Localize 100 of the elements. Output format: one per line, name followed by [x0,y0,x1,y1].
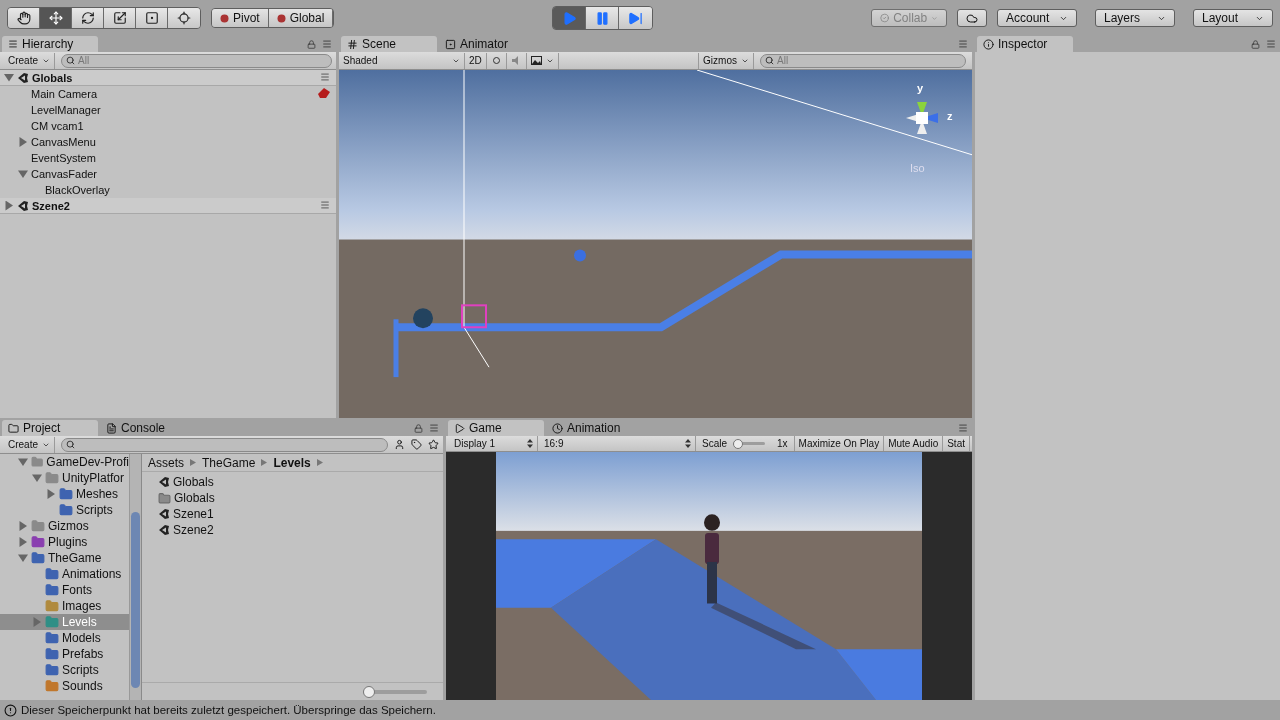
panel-tab[interactable]: Game [448,420,544,436]
folder-name[interactable]: UnityPlatfor [62,471,125,485]
panel-tab[interactable]: Scene [341,36,437,52]
panel-tab[interactable]: Animator [439,36,535,52]
lock-icon[interactable] [1251,39,1260,49]
pause-button[interactable] [586,7,620,29]
scene-name[interactable]: Globals [32,71,73,84]
folder-row[interactable]: UnityPlatfor [0,470,129,486]
menu-icon[interactable] [320,200,330,210]
breadcrumb-link[interactable]: TheGame [202,455,256,470]
shading-dropdown[interactable]: Shaded [339,52,465,69]
folder-name[interactable]: TheGame [48,551,102,565]
folder-row[interactable]: Scripts [0,502,129,518]
folder-name[interactable]: Gizmos [48,519,89,533]
folder-name[interactable]: Plugins [48,535,88,549]
hierarchy-item[interactable]: EventSystem [31,152,96,164]
game-view-toggle[interactable]: Stat [943,436,970,451]
transform-tool-button[interactable] [104,8,136,28]
aspect-dropdown[interactable]: 16:9 [540,436,696,451]
icon-size-slider[interactable] [363,685,427,698]
check-circle-icon [880,12,890,24]
asset-item[interactable]: Szene1 [142,506,443,522]
folder-name[interactable]: Scripts [76,503,113,517]
panel-tab[interactable]: Project [2,420,98,436]
lock-icon[interactable] [414,423,423,433]
folder-name[interactable]: Fonts [62,583,92,597]
toolbar-dropdown[interactable]: Account [997,9,1077,27]
panel-tab[interactable]: Hierarchy [2,36,98,52]
menu-icon[interactable] [320,72,330,82]
menu-icon[interactable] [958,423,968,433]
pivot-mode-button[interactable]: Global [268,9,334,27]
hierarchy-item[interactable]: Main Camera [31,88,98,100]
transform-tool-button[interactable] [8,8,40,28]
folder-row[interactable]: Scripts [0,662,129,678]
folder-row[interactable]: Plugins [0,534,129,550]
search-field[interactable] [61,437,388,452]
folder-name[interactable]: Animations [62,567,122,581]
folder-row[interactable]: TheGame [0,550,129,566]
hierarchy-item[interactable]: LevelManager [31,104,101,116]
hierarchy-item[interactable]: BlackOverlay [45,184,110,196]
toolbar-dropdown[interactable]: Layers [1095,9,1175,27]
folder-name[interactable]: Scripts [62,663,99,677]
transform-tool-button[interactable] [40,8,72,28]
hierarchy-item[interactable]: CanvasMenu [31,136,96,148]
star-icon[interactable] [428,439,439,450]
slider-thumb[interactable] [363,685,375,698]
hierarchy-item[interactable]: CanvasFader [31,168,98,180]
transform-tool-button[interactable] [72,8,104,28]
panel-tab[interactable]: Console [100,420,196,436]
play-button[interactable] [553,7,587,29]
toolbar-dropdown[interactable]: Layout [1193,9,1273,27]
pivot-mode-button[interactable]: Pivot [212,9,269,27]
slider-thumb[interactable] [733,438,743,449]
menu-icon[interactable] [429,423,439,433]
scrollbar[interactable] [129,454,141,700]
tag-icon[interactable] [411,439,422,450]
scale-slider[interactable] [733,438,765,449]
menu-icon[interactable] [1266,39,1276,49]
filter-type-icon[interactable] [394,439,405,450]
create-dropdown[interactable]: Create [4,52,55,69]
folder-row[interactable]: GameDev-Profi [0,454,129,470]
folder-row[interactable]: Meshes [0,486,129,502]
cloud-button[interactable] [957,9,987,27]
folder-row[interactable]: Prefabs [0,646,129,662]
hierarchy-item[interactable]: CM vcam1 [31,120,84,132]
asset-item[interactable]: Globals [142,490,443,506]
folder-name[interactable]: Meshes [76,487,119,501]
panel-tab[interactable]: Animation [546,420,642,436]
scene-name[interactable]: Szene2 [32,199,70,212]
transform-tool-button[interactable] [136,8,168,28]
asset-item[interactable]: Globals [142,474,443,490]
game-view-toggle[interactable]: Mute Audio [884,436,944,451]
panel-tab[interactable]: Inspector [977,36,1073,52]
transform-tool-button[interactable] [168,8,200,28]
asset-item[interactable]: Szene2 [142,522,443,538]
folder-name[interactable]: Images [62,599,102,613]
step-button[interactable] [619,7,653,29]
breadcrumb-link[interactable]: Assets [148,455,184,470]
menu-icon[interactable] [958,39,968,49]
folder-name[interactable]: GameDev-Profi [46,455,129,469]
folder-row[interactable]: Fonts [0,582,129,598]
folder-row[interactable]: Gizmos [0,518,129,534]
breadcrumb-link[interactable]: Levels [273,455,311,470]
folder-row[interactable]: Models [0,630,129,646]
folder-name[interactable]: Models [62,631,101,645]
folder-row[interactable]: Animations [0,566,129,582]
folder-row[interactable]: Sounds [0,678,129,694]
search-field[interactable]: All [61,53,332,68]
scene-viewport-drawing[interactable] [339,70,972,418]
display-dropdown[interactable]: Display 1 [450,436,538,451]
menu-icon[interactable] [322,39,332,49]
gizmos-dropdown[interactable]: Gizmos [698,52,754,69]
folder-name[interactable]: Sounds [62,679,103,693]
folder-name[interactable]: Prefabs [62,647,104,661]
game-view-toggle[interactable]: Maximize On Play [794,436,885,451]
create-dropdown[interactable]: Create [4,436,55,453]
lock-icon[interactable] [307,39,316,49]
search-field[interactable]: All [760,53,966,68]
folder-row[interactable]: Images [0,598,129,614]
mode-2d-button[interactable]: 2D [465,52,487,69]
